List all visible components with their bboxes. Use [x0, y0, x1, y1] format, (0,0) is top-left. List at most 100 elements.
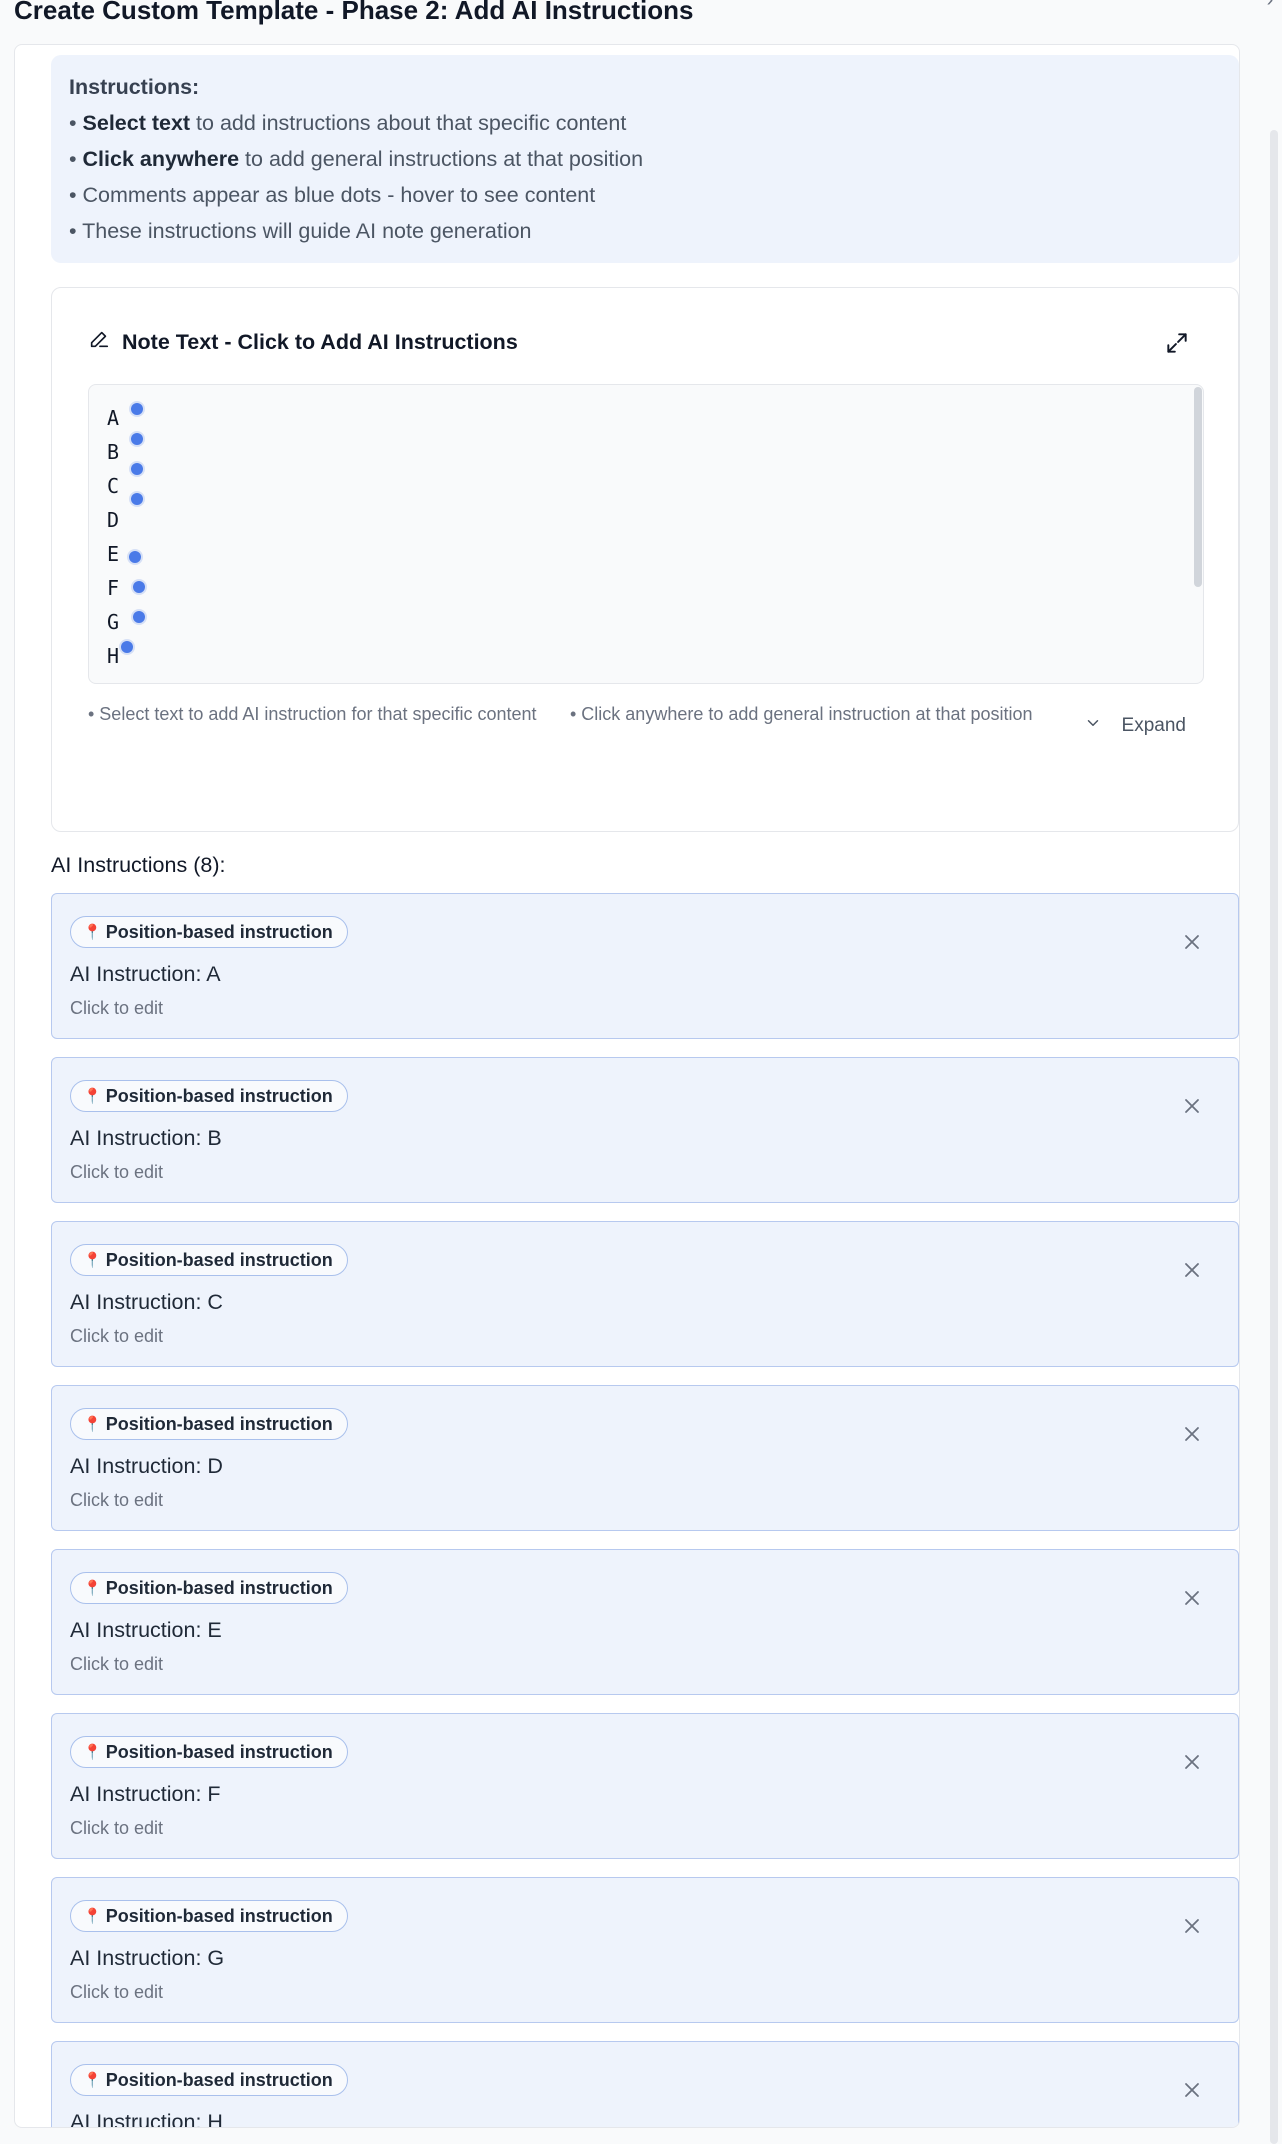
badge-label: Position-based instruction — [105, 921, 333, 942]
instructions-info-box: Instructions: • Select text to add instr… — [51, 55, 1239, 263]
fullscreen-icon[interactable] — [1164, 330, 1190, 356]
note-line[interactable]: D — [107, 493, 143, 537]
pin-icon: 📍 — [83, 1416, 102, 1433]
instruction-type-badge: 📍 Position-based instruction — [70, 2064, 348, 2096]
close-icon[interactable] — [1180, 930, 1204, 954]
note-lines[interactable]: A B C D E F G H — [107, 401, 145, 673]
badge-label: Position-based instruction — [105, 1413, 333, 1434]
note-line-text[interactable]: G — [107, 610, 119, 634]
instruction-text[interactable]: AI Instruction: D — [70, 1454, 223, 1479]
info-line-text: These instructions will guide AI note ge… — [82, 219, 532, 243]
pencil-icon — [88, 328, 110, 356]
comment-dot[interactable] — [133, 581, 145, 593]
instruction-card[interactable]: 📍 Position-based instruction AI Instruct… — [51, 893, 1239, 1039]
instruction-text[interactable]: AI Instruction: F — [70, 1782, 221, 1807]
comment-dot[interactable] — [129, 551, 141, 563]
instructions-list-title: AI Instructions (8): — [51, 853, 226, 877]
close-icon[interactable] — [1180, 2078, 1204, 2102]
instruction-text[interactable]: AI Instruction: A — [70, 962, 221, 987]
click-to-edit-hint: Click to edit — [70, 1982, 164, 2002]
note-line-text[interactable]: A — [107, 406, 119, 430]
instruction-type-badge: 📍 Position-based instruction — [70, 1244, 348, 1276]
instruction-card[interactable]: 📍 Position-based instruction AI Instruct… — [51, 2041, 1239, 2127]
note-line-text[interactable]: D — [107, 508, 119, 532]
instruction-type-badge: 📍 Position-based instruction — [70, 1080, 348, 1112]
text-area-scrollbar[interactable] — [1194, 387, 1202, 587]
badge-label: Position-based instruction — [105, 1741, 333, 1762]
close-icon[interactable] — [1180, 1914, 1204, 1938]
close-icon[interactable] — [1180, 1094, 1204, 1118]
close-icon[interactable]: › — [1260, 0, 1280, 10]
comment-dot[interactable] — [131, 493, 143, 505]
note-header-label: Note Text - Click to Add AI Instructions — [122, 329, 518, 354]
instruction-type-badge: 📍 Position-based instruction — [70, 1736, 348, 1768]
info-line-bold: Select text — [82, 111, 191, 135]
instruction-text[interactable]: AI Instruction: B — [70, 1126, 222, 1151]
instruction-type-badge: 📍 Position-based instruction — [70, 916, 348, 948]
dialog-title: Create Custom Template - Phase 2: Add AI… — [14, 0, 694, 25]
note-line[interactable]: H — [107, 639, 133, 673]
instruction-text[interactable]: AI Instruction: G — [70, 1946, 224, 1971]
comment-dot[interactable] — [133, 611, 145, 623]
expand-label: Expand — [1121, 715, 1186, 736]
dialog-panel: Instructions: • Select text to add instr… — [14, 44, 1240, 2128]
note-line[interactable]: A — [107, 401, 143, 435]
instruction-type-badge: 📍 Position-based instruction — [70, 1572, 348, 1604]
instruction-text[interactable]: AI Instruction: H — [70, 2110, 223, 2127]
note-text-card: Note Text - Click to Add AI Instructions… — [51, 287, 1239, 832]
expand-button[interactable]: Expand — [1066, 702, 1204, 750]
instruction-text[interactable]: AI Instruction: E — [70, 1618, 222, 1643]
comment-dot[interactable] — [131, 403, 143, 415]
comment-dot[interactable] — [131, 433, 143, 445]
note-line-text[interactable]: C — [107, 474, 119, 498]
instruction-card[interactable]: 📍 Position-based instruction AI Instruct… — [51, 1549, 1239, 1695]
badge-label: Position-based instruction — [105, 2069, 333, 2090]
info-line-text: to add instructions about that specific … — [190, 111, 627, 135]
click-to-edit-hint: Click to edit — [70, 1326, 164, 1346]
note-line-text[interactable]: B — [107, 440, 119, 464]
instruction-card[interactable]: 📍 Position-based instruction AI Instruct… — [51, 1057, 1239, 1203]
instruction-type-badge: 📍 Position-based instruction — [70, 1900, 348, 1932]
note-line-text[interactable]: F — [107, 576, 119, 600]
badge-label: Position-based instruction — [105, 1905, 333, 1926]
pin-icon: 📍 — [83, 1908, 102, 1925]
comment-dot[interactable] — [121, 641, 133, 653]
instruction-card[interactable]: 📍 Position-based instruction AI Instruct… — [51, 1877, 1239, 2023]
instruction-card[interactable]: 📍 Position-based instruction AI Instruct… — [51, 1385, 1239, 1531]
close-icon[interactable] — [1180, 1422, 1204, 1446]
pin-icon: 📍 — [83, 1252, 102, 1269]
note-line[interactable]: E — [107, 537, 141, 571]
note-line[interactable]: C — [107, 463, 143, 503]
pin-icon: 📍 — [83, 2072, 102, 2089]
chevron-down-icon — [1084, 714, 1102, 739]
helper-text-click: • Click anywhere to add general instruct… — [570, 704, 1033, 724]
note-line-text[interactable]: H — [107, 644, 119, 668]
info-line-text: to add general instructions at that posi… — [239, 147, 644, 171]
note-line[interactable]: G — [107, 605, 145, 639]
pin-icon: 📍 — [83, 924, 102, 941]
info-line: • Comments appear as blue dots - hover t… — [69, 183, 596, 207]
info-line-text: Comments appear as blue dots - hover to … — [82, 183, 596, 207]
info-line-bold: Click anywhere — [82, 147, 240, 171]
pin-icon: 📍 — [83, 1088, 102, 1105]
instruction-type-badge: 📍 Position-based instruction — [70, 1408, 348, 1440]
click-to-edit-hint: Click to edit — [70, 1490, 164, 1510]
click-to-edit-hint: Click to edit — [70, 1162, 164, 1182]
close-icon[interactable] — [1180, 1750, 1204, 1774]
note-line[interactable]: F — [107, 571, 145, 605]
note-line[interactable]: B — [107, 433, 143, 469]
badge-label: Position-based instruction — [105, 1249, 333, 1270]
comment-dot[interactable] — [131, 463, 143, 475]
dialog-scrollbar[interactable] — [1270, 130, 1278, 2144]
instruction-text[interactable]: AI Instruction: C — [70, 1290, 223, 1315]
note-text-area[interactable]: A B C D E F G H — [88, 384, 1204, 684]
close-icon[interactable] — [1180, 1258, 1204, 1282]
close-icon[interactable] — [1180, 1586, 1204, 1610]
info-line: • Click anywhere to add general instruct… — [69, 147, 644, 171]
click-to-edit-hint: Click to edit — [70, 1654, 164, 1674]
badge-label: Position-based instruction — [105, 1577, 333, 1598]
note-line-text[interactable]: E — [107, 542, 119, 566]
instruction-card[interactable]: 📍 Position-based instruction AI Instruct… — [51, 1713, 1239, 1859]
instruction-card[interactable]: 📍 Position-based instruction AI Instruct… — [51, 1221, 1239, 1367]
helper-row: • Select text to add AI instruction for … — [88, 702, 1204, 750]
